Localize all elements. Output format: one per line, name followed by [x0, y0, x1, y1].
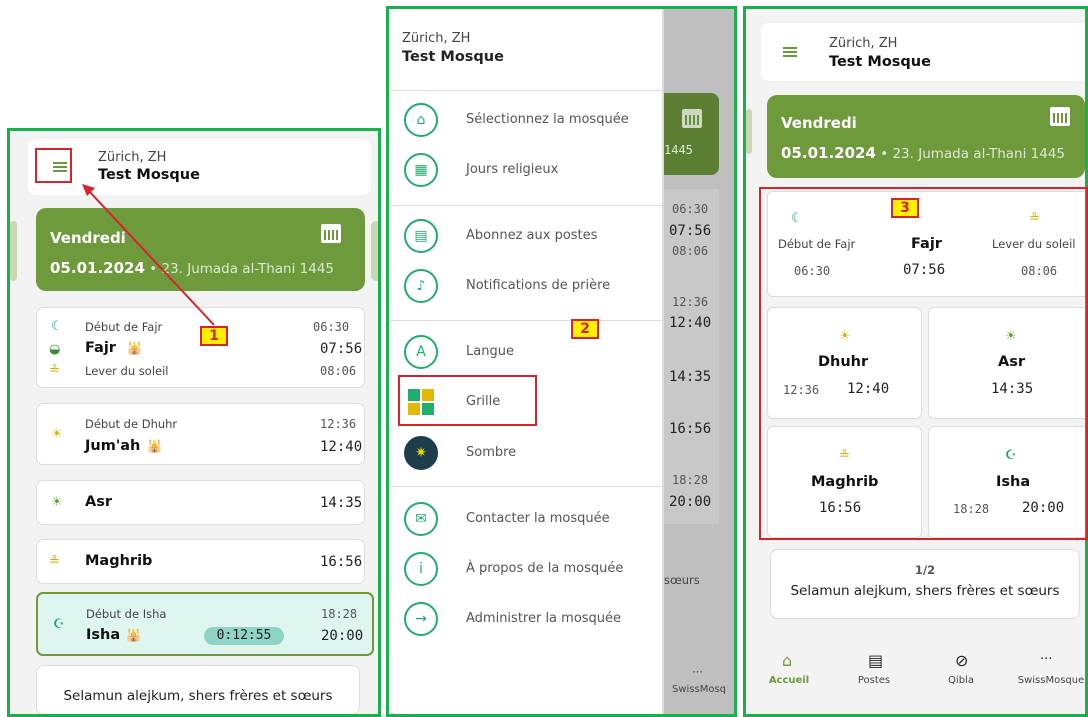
callout-2: 2	[571, 319, 599, 339]
menu-label: Jours religieux	[466, 162, 559, 177]
callout-1: 1	[200, 326, 228, 346]
screen-drawer: 1445 06:30 07:56 08:06 12:36 12:40 14:35…	[386, 6, 737, 717]
mosque-name: Test Mosque	[829, 54, 931, 70]
menu-contact[interactable]: ✉ Contacter la mosquée	[404, 502, 659, 538]
bg-message: sœurs	[664, 573, 700, 587]
bg-time: 08:06	[672, 244, 709, 258]
menu-prayer-notifications[interactable]: ♪ Notifications de prière	[404, 269, 659, 305]
divider	[389, 205, 662, 206]
date-line: 05.01.2024 • 23. Jumada al-Thani 1445	[781, 144, 1065, 162]
bg-time: 12:36	[672, 295, 709, 309]
bg-more-icon: ···	[692, 665, 703, 679]
language-icon: A	[404, 335, 438, 369]
posts-icon[interactable]: ▤	[868, 653, 883, 669]
mail-icon: ✉	[404, 502, 438, 536]
bottom-nav: ⌂ Accueil ▤ Postes ⊘ Qibla ··· SwissMosq…	[746, 639, 1085, 714]
menu-label: Administrer la mosquée	[466, 611, 622, 626]
navigation-drawer: Zürich, ZH Test Mosque ⌂ Sélectionnez la …	[389, 9, 662, 714]
menu-label: Sombre	[466, 445, 517, 460]
bg-time: 14:35	[669, 369, 712, 385]
header-bar: Zürich, ZH Test Mosque	[761, 23, 1085, 81]
menu-select-mosque[interactable]: ⌂ Sélectionnez la mosquée	[404, 103, 659, 139]
nav-more[interactable]: SwissMosque	[1016, 675, 1085, 686]
bg-content: 1445 06:30 07:56 08:06 12:36 12:40 14:35…	[664, 9, 734, 714]
city-label: Zürich, ZH	[829, 36, 898, 51]
menu-label: Contacter la mosquée	[466, 511, 610, 526]
menu-label: Langue	[466, 344, 514, 359]
news-icon: ▤	[404, 219, 438, 253]
menu-language[interactable]: A Langue	[404, 335, 659, 371]
divider	[389, 486, 662, 487]
calendar-icon: ▦	[404, 153, 438, 187]
bg-time: 18:28	[672, 473, 709, 487]
callout-3: 3	[891, 198, 919, 218]
menu-about[interactable]: i À propos de la mosquée	[404, 552, 659, 588]
divider	[389, 90, 662, 91]
weekday-label: Vendredi	[781, 114, 857, 132]
bg-nav-label: SwissMosq	[672, 684, 727, 695]
calendar-icon[interactable]	[1050, 107, 1070, 126]
bg-time: 07:56	[669, 223, 712, 239]
nav-posts[interactable]: Postes	[839, 675, 909, 686]
home-icon[interactable]: ⌂	[782, 653, 792, 669]
more-icon[interactable]: ···	[1040, 653, 1052, 666]
highlight-grid-item	[398, 375, 537, 426]
bg-calendar-icon	[682, 109, 702, 128]
divider	[389, 320, 662, 321]
bg-hijri: 1445	[664, 143, 693, 157]
menu-label: Sélectionnez la mosquée	[466, 112, 629, 127]
drawer-city: Zürich, ZH	[402, 31, 471, 46]
nav-home[interactable]: Accueil	[754, 675, 824, 686]
bg-time: 20:00	[669, 494, 712, 510]
bell-icon: ♪	[404, 269, 438, 303]
page-indicator: 1/2	[914, 563, 936, 577]
menu-label: À propos de la mosquée	[466, 561, 624, 576]
drawer-mosque: Test Mosque	[402, 49, 504, 65]
menu-subscribe-posts[interactable]: ▤ Abonnez aux postes	[404, 219, 659, 255]
menu-religious-days[interactable]: ▦ Jours religieux	[404, 153, 659, 189]
hamburger-menu-icon[interactable]	[783, 47, 797, 57]
highlight-grid-view	[759, 187, 1088, 540]
prev-day-tab[interactable]	[746, 109, 752, 154]
menu-admin[interactable]: → Administrer la mosquée	[404, 602, 659, 638]
date-card: Vendredi 05.01.2024 • 23. Jumada al-Than…	[767, 95, 1085, 178]
menu-label: Notifications de prière	[466, 278, 611, 293]
bg-time: 06:30	[672, 202, 709, 216]
greeting-message: 1/2 Selamun alejkum, shers frères et sœu…	[770, 549, 1080, 619]
bg-time: 12:40	[669, 315, 712, 331]
menu-label: Abonnez aux postes	[466, 228, 598, 243]
bg-time: 16:56	[669, 421, 712, 437]
mosque-icon: ⌂	[404, 103, 438, 137]
login-icon: →	[404, 602, 438, 636]
menu-dark-mode[interactable]: ✷ Sombre	[404, 436, 659, 472]
compass-icon[interactable]: ⊘	[955, 653, 968, 669]
bulb-icon: ✷	[404, 436, 438, 470]
bg-date-card	[664, 93, 719, 175]
nav-qibla[interactable]: Qibla	[926, 675, 996, 686]
info-icon: i	[404, 552, 438, 586]
